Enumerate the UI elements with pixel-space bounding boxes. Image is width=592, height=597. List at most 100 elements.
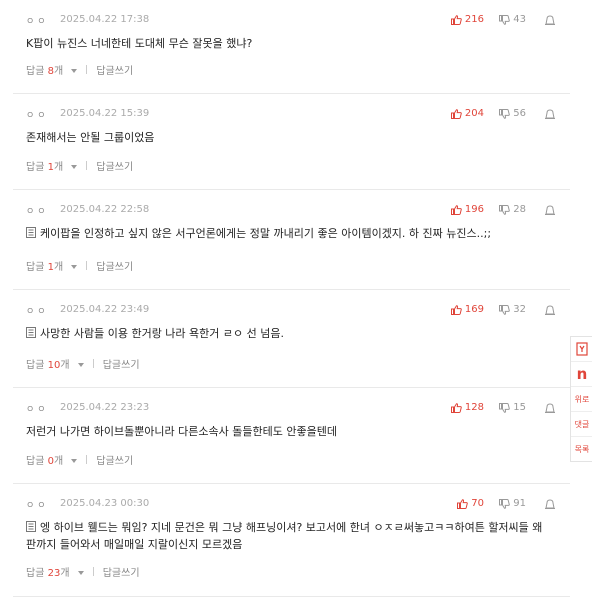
comment-text: 사망한 사람들 이용 한거랑 나라 욕한거 ㄹㅇ 선 넘음. (40, 327, 284, 340)
chevron-down-icon (71, 265, 78, 269)
write-reply-button[interactable]: 답글쓰기 (103, 356, 140, 371)
comment-body: 저런거 나가면 하이브돌뿐아니라 다른소속사 돌들한테도 안좋을텐데 (26, 423, 550, 440)
comment-jump-button[interactable]: 댓글 (571, 412, 592, 437)
report-icon[interactable] (544, 204, 556, 216)
upvote-count: 204 (464, 108, 484, 119)
comment-actions: 답글 0개 답글쓰기 (26, 452, 133, 467)
thumbs-up-icon (450, 304, 462, 315)
comment-text: 엥 하이브 웰드는 뭐임? 지네 문건은 뭐 그냥 해프닝이셔? 보고서에 한녀… (26, 521, 543, 551)
reply-toggle[interactable]: 답글 8개 (26, 62, 78, 77)
thumbs-down-icon (499, 204, 511, 215)
downvote-button[interactable]: 32 (499, 304, 526, 315)
reply-label: 답글 (26, 360, 45, 371)
comment-date: 2025.04.22 17:38 (60, 14, 150, 25)
list-button[interactable]: 목록 (571, 437, 592, 461)
downvote-button[interactable]: 91 (499, 498, 526, 509)
reply-label: 답글 (26, 568, 45, 579)
bookmark-button[interactable] (571, 337, 592, 362)
downvote-button[interactable]: 43 (499, 14, 526, 25)
comment-author[interactable]: ㅇㅇ (26, 108, 49, 121)
floating-sidebar: n 위로 댓글 목록 (570, 336, 592, 462)
downvote-button[interactable]: 15 (499, 402, 526, 413)
reply-count: 23 (47, 568, 61, 579)
comment-actions: 답글 8개 답글쓰기 (26, 62, 133, 77)
reply-unit: 개 (53, 162, 64, 173)
comment-author[interactable]: ㅇㅇ (26, 204, 49, 217)
thumbs-up-icon (450, 402, 462, 413)
document-icon (26, 227, 36, 238)
upvote-count: 196 (464, 204, 484, 215)
comment-meta: ㅇㅇ 2025.04.22 23:49 169 32 (13, 304, 570, 318)
reply-label: 답글 (26, 262, 45, 273)
reply-toggle[interactable]: 답글 0개 (26, 452, 78, 467)
chevron-down-icon (71, 69, 78, 73)
comment-jump-label: 댓글 (574, 419, 590, 429)
reply-toggle[interactable]: 답글 1개 (26, 158, 78, 173)
reply-unit: 개 (60, 568, 70, 579)
upvote-button[interactable]: 196 (450, 204, 484, 215)
report-icon[interactable] (544, 498, 556, 510)
upvote-count: 216 (464, 14, 484, 25)
reply-unit: 개 (53, 66, 64, 77)
comment-author[interactable]: ㅇㅇ (26, 304, 49, 317)
comment-item: ㅇㅇ 2025.04.22 15:39 204 56 존재해서는 안될 그룹이었… (13, 94, 570, 190)
comment-text: 존재해서는 안될 그룹이었음 (26, 131, 155, 144)
comment-author[interactable]: ㅇㅇ (26, 402, 49, 415)
n-logo-button[interactable]: n (571, 362, 592, 387)
thumbs-down-icon (499, 402, 511, 413)
comment-item: ㅇㅇ 2025.04.23 00:30 70 91 엥 하이브 웰드는 뭐임? … (13, 484, 570, 597)
upvote-button[interactable]: 70 (457, 498, 484, 509)
reply-toggle[interactable]: 답글 1개 (26, 258, 78, 273)
divider (92, 359, 94, 368)
divider (86, 65, 88, 74)
write-reply-button[interactable]: 답글쓰기 (96, 452, 133, 467)
document-icon (26, 327, 36, 338)
comment-item: ㅇㅇ 2025.04.22 23:49 169 32 사망한 사람들 이용 한거… (13, 290, 570, 388)
report-icon[interactable] (544, 108, 556, 120)
document-icon (26, 521, 36, 532)
write-reply-button[interactable]: 답글쓰기 (96, 258, 133, 273)
report-icon[interactable] (544, 402, 556, 414)
report-icon[interactable] (544, 14, 556, 26)
downvote-button[interactable]: 28 (499, 204, 526, 215)
comment-actions: 답글 1개 답글쓰기 (26, 158, 133, 173)
downvote-count: 43 (513, 14, 526, 25)
downvote-button[interactable]: 56 (499, 108, 526, 119)
upvote-button[interactable]: 204 (450, 108, 484, 119)
write-reply-button[interactable]: 답글쓰기 (96, 62, 133, 77)
write-reply-button[interactable]: 답글쓰기 (103, 564, 140, 579)
report-icon[interactable] (544, 304, 556, 316)
comment-author[interactable]: ㅇㅇ (26, 14, 49, 27)
comment-author[interactable]: ㅇㅇ (26, 498, 49, 511)
upvote-button[interactable]: 128 (450, 402, 484, 413)
comment-item: ㅇㅇ 2025.04.22 23:23 128 15 저런거 나가면 하이브돌뿐… (13, 388, 570, 484)
reply-count: 10 (47, 360, 61, 371)
downvote-count: 56 (513, 108, 526, 119)
comment-meta: ㅇㅇ 2025.04.23 00:30 70 91 (13, 498, 570, 512)
comment-actions: 답글 23개 답글쓰기 (26, 564, 140, 579)
n-logo-icon: n (576, 365, 588, 383)
comment-actions: 답글 1개 답글쓰기 (26, 258, 133, 273)
bookmark-icon (576, 342, 588, 356)
reply-toggle[interactable]: 답글 23개 (26, 564, 84, 579)
comment-body: 사망한 사람들 이용 한거랑 나라 욕한거 ㄹㅇ 선 넘음. (26, 325, 550, 342)
reply-label: 답글 (26, 456, 45, 467)
comment-meta: ㅇㅇ 2025.04.22 23:23 128 15 (13, 402, 570, 416)
reply-label: 답글 (26, 66, 45, 77)
upvote-count: 128 (464, 402, 484, 413)
comment-date: 2025.04.22 23:49 (60, 304, 150, 315)
comment-text: K팝이 뉴진스 너네한테 도대체 무슨 잘못을 했냐? (26, 37, 253, 50)
reply-toggle[interactable]: 답글 10개 (26, 356, 84, 371)
chevron-down-icon (71, 165, 78, 169)
comment-item: ㅇㅇ 2025.04.22 17:38 216 43 K팝이 뉴진스 너네한테 … (13, 0, 570, 94)
upvote-button[interactable]: 216 (450, 14, 484, 25)
thumbs-up-icon (450, 14, 462, 25)
downvote-count: 15 (513, 402, 526, 413)
reply-unit: 개 (53, 262, 64, 273)
scroll-top-button[interactable]: 위로 (571, 387, 592, 412)
downvote-count: 91 (513, 498, 526, 509)
write-reply-button[interactable]: 답글쓰기 (96, 158, 133, 173)
thumbs-down-icon (499, 14, 511, 25)
scroll-top-label: 위로 (574, 394, 590, 404)
upvote-button[interactable]: 169 (450, 304, 484, 315)
